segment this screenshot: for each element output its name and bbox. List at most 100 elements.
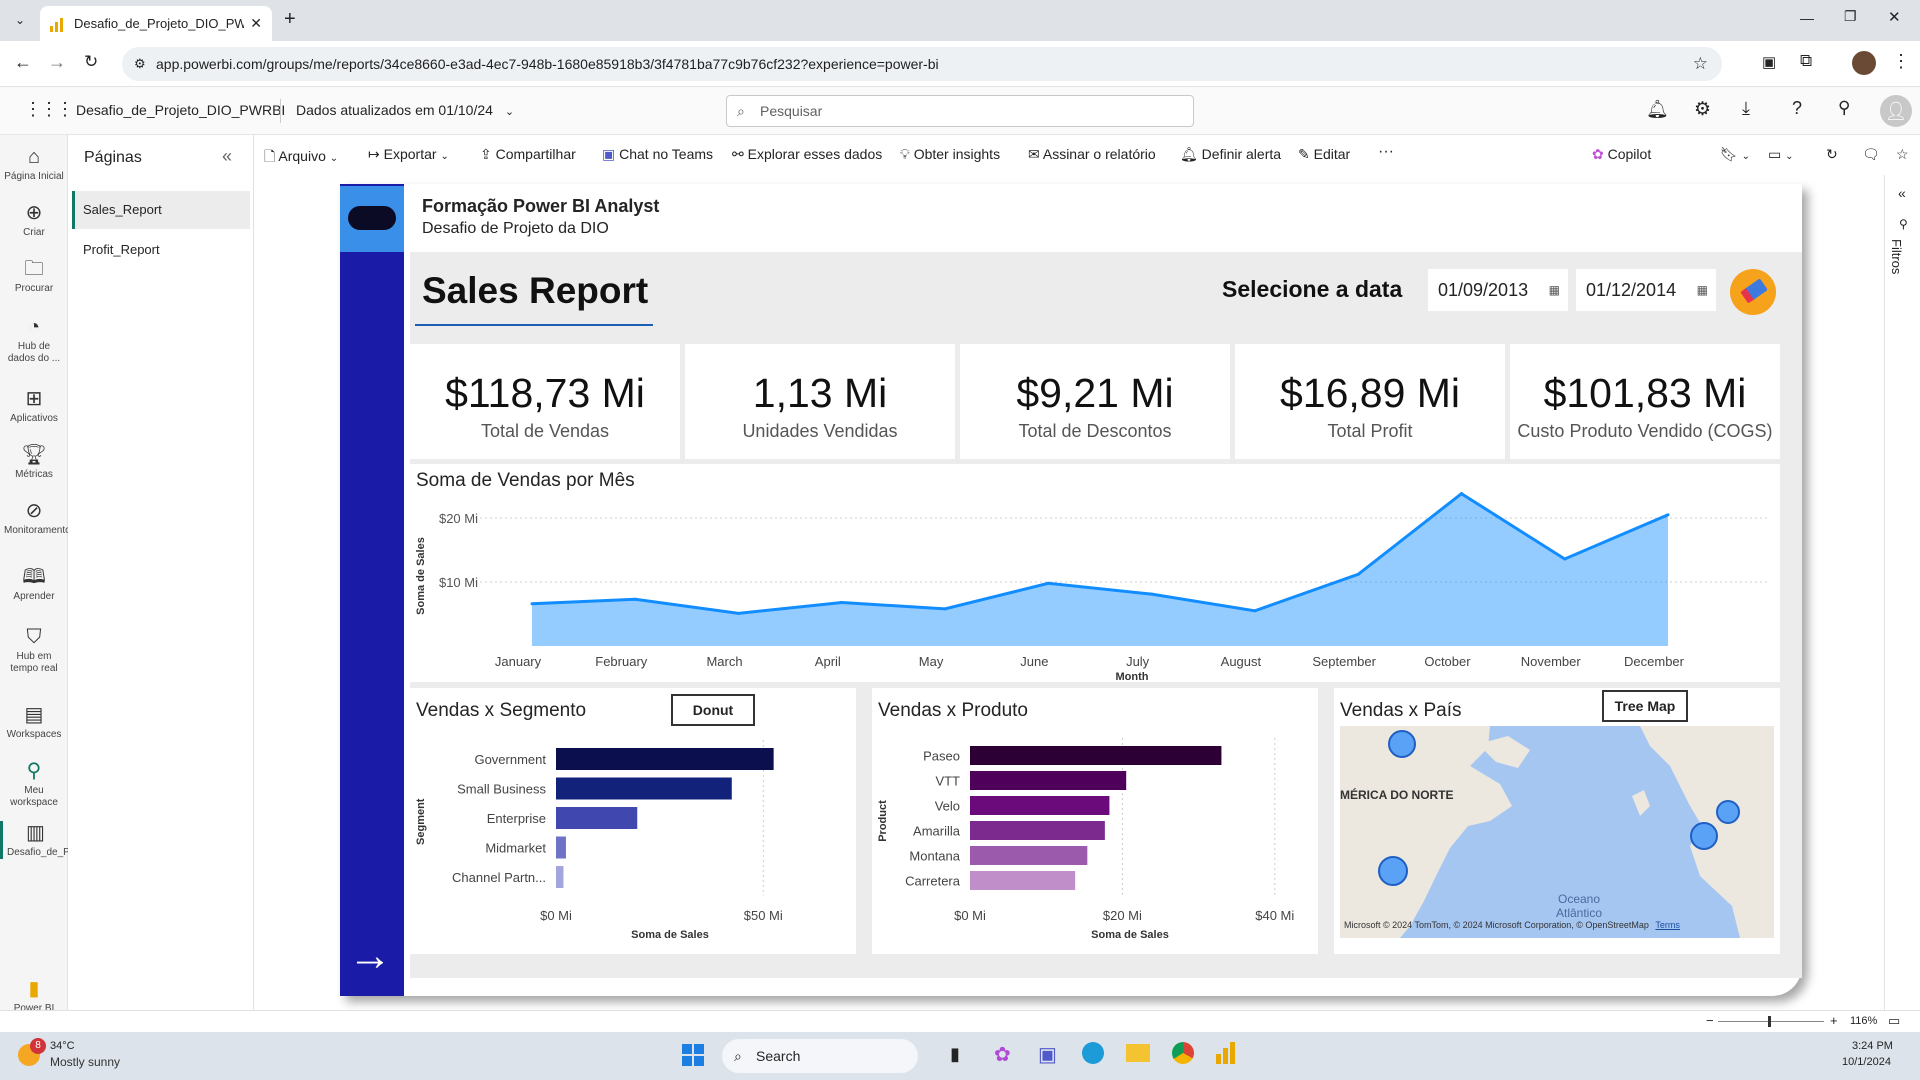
extensions-icon[interactable]: ⧉ [1800,51,1812,71]
nav-item-data-hub[interactable]: ◔ Hub de dados do ... [0,315,68,365]
copilot-app-icon[interactable]: ✿ [994,1042,1011,1067]
x-tick-label: $40 Mi [1255,908,1294,923]
weather-badge: 8 [30,1038,46,1054]
map-bubble[interactable] [1716,800,1740,824]
more-options-button[interactable]: ··· [1378,143,1394,161]
sales-by-product-visual[interactable]: Vendas x Produto $0 Mi $20 Mi $40 Mi Paseo V… [872,688,1318,954]
file-menu-button[interactable]: 🗋︎ Arquivo ⌄ [264,146,338,170]
bookmark-star-icon[interactable]: ☆ [1693,47,1708,81]
notifications-icon[interactable]: 🔔︎ [1646,99,1669,120]
help-icon[interactable]: ? [1792,98,1802,119]
filters-panel[interactable]: « ⚲ Filtros [1884,175,1920,1010]
nav-item-workspaces[interactable]: ▤ Workspaces [0,703,68,741]
data-point [1563,557,1567,561]
edit-button[interactable]: ✎ Editar [1298,146,1350,163]
edge-app-icon[interactable] [1082,1042,1104,1064]
close-window-button[interactable]: ✕ [1888,8,1901,26]
chat-teams-button[interactable]: ▣ Chat no Teams [602,146,713,163]
tab-list-chevron-icon[interactable]: ⌄ [10,10,30,30]
taskbar-search[interactable]: ⌕ Search [722,1039,918,1073]
arrow-right-icon[interactable]: → [348,934,392,978]
view-icon[interactable]: ▭ ⌄ [1768,146,1794,163]
nav-item-label: Meu workspace [10,785,58,808]
eraser-clear-button[interactable] [1730,269,1776,315]
zoom-in-button[interactable]: + [1830,1013,1838,1028]
cast-icon[interactable]: ▣ [1762,53,1776,71]
profile-avatar[interactable] [1852,51,1876,75]
browser-menu-icon[interactable]: ⋮ [1892,51,1910,72]
weather-widget[interactable]: 8 34°C Mostly sunny [14,1038,154,1074]
account-avatar[interactable]: 👤︎ [1880,95,1912,127]
minimize-button[interactable]: — [1800,10,1814,26]
teams-app-icon[interactable]: ▣ [1038,1042,1057,1067]
y-tick-label: VTT [935,774,960,789]
terms-link[interactable]: Terms [1655,920,1680,930]
nav-item-report[interactable]: ▥ Desafio_de_Projeto_DI... [0,821,119,859]
nav-item-monitor[interactable]: ⊘ Monitoramento [0,499,71,537]
nav-item-folder[interactable]: 🗀︎ Procurar [0,257,68,295]
x-axis-label: Soma de Sales [1091,929,1169,941]
get-insights-button[interactable]: 💡︎ Obter insights [900,146,1000,163]
powerbi-app-icon[interactable] [1216,1042,1235,1064]
map-bubble[interactable] [1378,856,1408,886]
forward-icon[interactable]: → [48,52,66,73]
comment-icon[interactable]: 🗨︎ [1862,146,1880,163]
zoom-slider[interactable] [1718,1016,1824,1027]
nav-item-trophy[interactable]: 🏆︎ Métricas [0,443,68,481]
share-button[interactable]: ⇪ Compartilhar [480,146,576,163]
nav-item-realtime[interactable]: ⛉ Hub em tempo real [0,625,68,675]
zoom-slider-thumb[interactable] [1768,1016,1771,1027]
app-launcher-icon[interactable]: ⋮⋮⋮ [24,99,74,120]
feedback-icon[interactable]: ⚲ [1838,98,1850,118]
search-input[interactable]: ⌕ Pesquisar [726,95,1194,127]
nav-item-plus[interactable]: ⊕ Criar [0,201,68,239]
subscribe-button[interactable]: ✉ Assinar o relatório [1028,146,1156,163]
browser-tab[interactable]: Desafio_de_Projeto_DIO_PWRBI ✕ [40,6,272,41]
zoom-out-button[interactable]: − [1706,1013,1714,1028]
restore-button[interactable]: ❐ [1844,8,1857,25]
data-updated-label[interactable]: Dados atualizados em 01/10/24 ⌄ [296,102,514,118]
refresh-icon[interactable]: ↻ [1826,146,1838,163]
date-start-input[interactable]: 01/09/2013 ▦ [1428,269,1568,311]
favorite-star-icon[interactable]: ☆ [1896,146,1909,163]
nav-item-apps[interactable]: ⊞ Aplicativos [0,387,68,425]
address-bar[interactable]: ⚙ app.powerbi.com/groups/me/reports/34ce… [122,47,1722,81]
sales-by-country-visual[interactable]: Vendas x País Tree Map MÉRICA DO NORTE O… [1334,688,1780,954]
dio-logo [340,186,404,252]
sales-by-segment-visual[interactable]: Vendas x Segmento Donut $0 Mi $50 Mi Gover… [410,688,856,954]
reload-icon[interactable]: ↻ [84,52,98,72]
map-bubble[interactable] [1690,822,1718,850]
map-bubble[interactable] [1388,730,1416,758]
chrome-app-icon[interactable] [1172,1042,1194,1064]
date-end-input[interactable]: 01/12/2014 ▦ [1576,269,1716,311]
page-item-profit-report[interactable]: Profit_Report [72,231,250,269]
treemap-toggle-button[interactable]: Tree Map [1602,690,1688,722]
explore-data-button[interactable]: ⚯ Explorar esses dados [732,146,882,163]
nav-item-home[interactable]: ⌂ Página Inicial [0,145,68,183]
bookmark-icon[interactable]: 🔖︎ ⌄ [1720,146,1750,163]
set-alert-button[interactable]: 🔔︎ Definir alerta [1180,146,1281,163]
bar [970,796,1110,815]
collapse-pages-icon[interactable]: « [222,146,232,167]
page-item-sales-report[interactable]: Sales_Report [72,191,250,229]
new-tab-button[interactable]: + [284,9,296,29]
download-icon[interactable]: ⤓ [1742,98,1750,119]
zoom-bar: − + 116% ▭ [0,1010,1920,1032]
windows-start-icon[interactable] [682,1044,704,1066]
nav-item-person[interactable]: ⚲ Meu workspace [0,759,68,809]
file-explorer-icon[interactable] [1126,1044,1150,1062]
back-icon[interactable]: ← [14,52,32,73]
settings-icon[interactable]: ⚙ [1694,98,1711,121]
trophy-icon: 🏆︎ [21,444,47,466]
report-name[interactable]: Desafio_de_Projeto_DIO_PWRBI [76,102,285,118]
nav-item-book[interactable]: 🕮︎ Aprender [0,565,68,603]
expand-filters-icon[interactable]: « [1898,185,1906,201]
site-info-icon[interactable]: ⚙ [134,47,146,81]
sales-by-month-visual[interactable]: Soma de Vendas por Mês $10 Mi $20 Mi Janua… [410,464,1780,682]
export-menu-button[interactable]: ↦ Exportar ⌄ [368,146,449,163]
tab-close-icon[interactable]: ✕ [250,15,262,32]
map-area[interactable]: MÉRICA DO NORTE Oceano Atlântico Microso… [1340,726,1774,938]
task-view-icon[interactable]: ▮ [950,1044,960,1065]
copilot-button[interactable]: ✿ Copilot [1592,146,1651,163]
fit-page-icon[interactable]: ▭ [1888,1013,1900,1029]
